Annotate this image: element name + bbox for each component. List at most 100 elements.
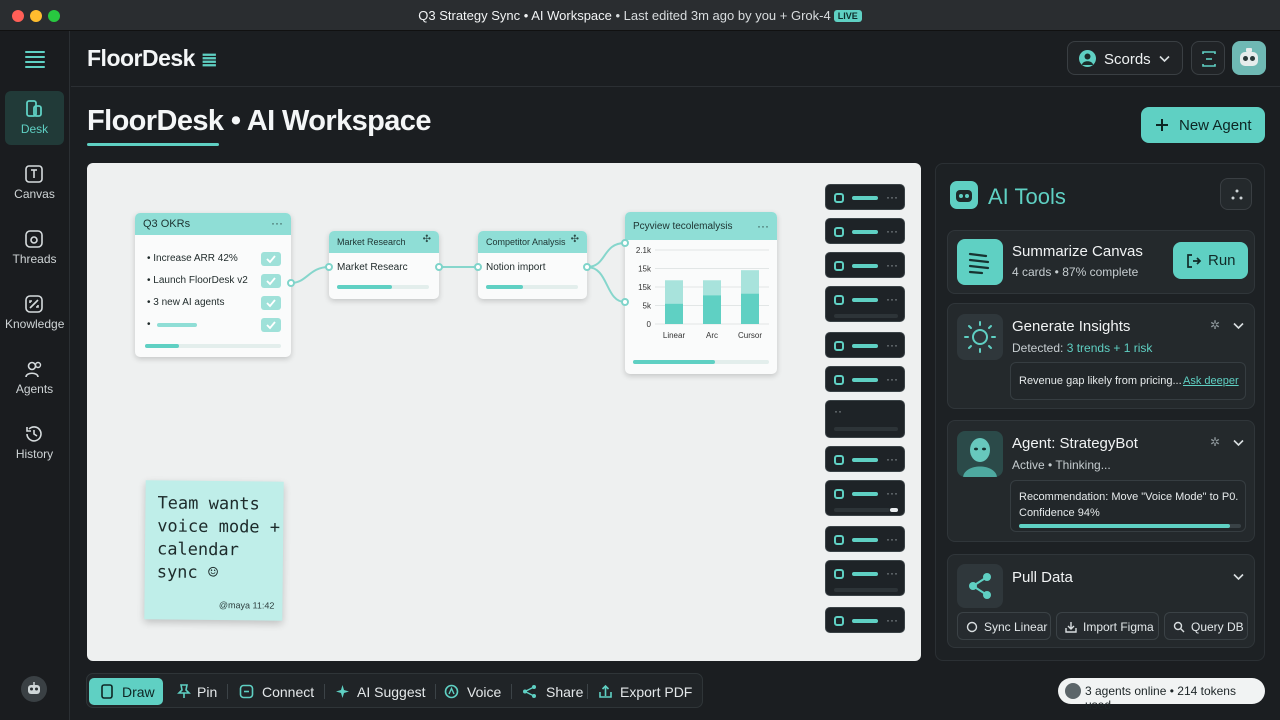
page-title: FloorDesk • AI Workspace [87, 105, 431, 137]
menu-icon[interactable] [24, 49, 46, 69]
canvas-tool[interactable]: ··· [825, 184, 905, 210]
connector-node[interactable] [621, 239, 629, 247]
insight-note-text: Revenue gap likely from pricing... [1019, 375, 1182, 387]
canvas-tool[interactable]: ··· [825, 366, 905, 392]
toolbar-divider [587, 684, 588, 699]
pin-tool-button[interactable]: Pin [169, 678, 221, 705]
okr-item: • [147, 319, 151, 330]
connector-node[interactable] [474, 263, 482, 271]
rail-item-agents[interactable]: Agents [5, 351, 64, 405]
okr-card[interactable]: Q3 OKRs ··· • Increase ARR 42% • Launch F… [135, 213, 291, 357]
canvas-tool-expanded[interactable]: ··· [825, 480, 905, 516]
window-title: Q3 Strategy Sync • AI Workspace • Last e… [0, 8, 1280, 23]
connector-node[interactable] [435, 263, 443, 271]
import-figma-button[interactable]: Import Figma [1056, 612, 1159, 640]
query-db-button[interactable]: Query DB [1164, 612, 1248, 640]
okr-item: • Increase ARR 42% [147, 253, 238, 264]
chart-card[interactable]: Pcyview tecolemalysis ··· 2.1k 15k 15k 5k 0 Li… [625, 212, 777, 374]
canvas-tool[interactable]: ··· [825, 526, 905, 552]
okr-item: • Launch FloorDesk v2 [147, 275, 248, 286]
export-pdf-button[interactable]: Export PDF [593, 678, 699, 705]
confidence-fill [1019, 524, 1230, 528]
recommendation-text: Recommendation: Move "Voice Mode" to P0.… [1019, 491, 1239, 519]
recommendation-box: Recommendation: Move "Voice Mode" to P0.… [1010, 480, 1246, 532]
canvas-icon [25, 165, 43, 183]
rail-item-label: Desk [20, 122, 49, 136]
panel-options-button[interactable] [1220, 178, 1252, 210]
okr-checkbox[interactable] [261, 318, 281, 332]
connector-node[interactable] [325, 263, 333, 271]
voice-tool-button[interactable]: Voice [441, 678, 507, 705]
connect-tool-button[interactable]: Connect [233, 678, 319, 705]
summarize-canvas-card[interactable]: Summarize Canvas 4 cards • 87% complete … [947, 230, 1255, 294]
draw-tool-button[interactable]: Draw [89, 678, 163, 705]
canvas-tool[interactable]: ··· [825, 607, 905, 633]
rail-item-knowledge[interactable]: Knowledge [5, 286, 64, 340]
canvas-tool-expanded[interactable]: ··· [825, 286, 905, 322]
brand-logo[interactable]: FloorDesk ≣ [87, 45, 218, 72]
chevron-down-icon[interactable] [1233, 439, 1244, 447]
rail-item-threads[interactable]: Threads [5, 221, 64, 275]
pull-data-card[interactable]: Pull Data Sync Linear Import Figma Query… [947, 554, 1255, 648]
whiteboard-canvas[interactable]: Q3 OKRs ··· • Increase ARR 42% • Launch F… [87, 163, 921, 661]
strategybot-card[interactable]: Agent: StrategyBot Active • Thinking... … [947, 420, 1255, 542]
capture-button[interactable] [1191, 41, 1225, 75]
desk-icon [26, 100, 42, 117]
sparkle-icon[interactable]: ✲ [1210, 435, 1220, 449]
y-tick-label: 0 [647, 320, 652, 329]
toolbar-divider [227, 684, 228, 699]
robot-icon [28, 682, 40, 694]
bot-avatar[interactable] [21, 676, 47, 702]
market-research-card[interactable]: Market Research ✣ Market Researc [329, 231, 439, 299]
progress-track [337, 285, 429, 289]
okr-item: • 3 new AI agents [147, 297, 225, 308]
ai-suggest-button[interactable]: AI Suggest [330, 678, 430, 705]
run-button[interactable]: Run [1173, 242, 1248, 279]
drag-icon[interactable]: ✣ [423, 234, 431, 245]
sync-icon [966, 621, 978, 633]
canvas-tool[interactable]: ··· [825, 252, 905, 278]
chevron-down-icon[interactable] [1233, 322, 1244, 330]
chevron-down-icon[interactable] [1233, 573, 1244, 581]
okr-checkbox[interactable] [261, 274, 281, 288]
left-rail: Desk Canvas Threads Knowledge Agents His… [0, 31, 70, 720]
connector-node[interactable] [583, 263, 591, 271]
sync-linear-button[interactable]: Sync Linear [957, 612, 1051, 640]
share-button[interactable]: Share [517, 678, 583, 705]
rail-item-desk[interactable]: Desk [5, 91, 64, 145]
card-header: Competitor Analysis ✣ [478, 231, 587, 253]
canvas-tool-panel[interactable]: ·· [825, 400, 905, 438]
card-title: Market Research [337, 237, 406, 247]
connector-node[interactable] [621, 298, 629, 306]
sparkle-icon[interactable]: ✲ [1210, 318, 1220, 332]
workspace-select[interactable]: Scords [1067, 41, 1183, 75]
ask-deeper-link[interactable]: Ask deeper [1183, 375, 1239, 387]
new-agent-button[interactable]: New Agent [1141, 107, 1265, 143]
window-titlebar: Q3 Strategy Sync • AI Workspace • Last e… [0, 0, 1280, 31]
user-avatar[interactable] [1232, 41, 1266, 75]
generate-insights-card[interactable]: Generate Insights Detected: 3 trends + 1… [947, 303, 1255, 409]
okr-checkbox[interactable] [261, 252, 281, 266]
status-text: 3 agents online • 214 tokens used [1085, 684, 1236, 712]
drag-icon[interactable]: ✣ [571, 234, 579, 245]
card-title: Q3 OKRs [143, 218, 191, 230]
more-icon[interactable]: ··· [271, 216, 283, 230]
rail-item-canvas[interactable]: Canvas [5, 156, 64, 210]
canvas-tool[interactable]: ··· [825, 218, 905, 244]
summarize-subtitle: 4 cards • 87% complete [1012, 265, 1139, 279]
agents-icon [25, 361, 42, 378]
canvas-tool-expanded[interactable]: ··· [825, 560, 905, 596]
x-tick-label: Linear [663, 331, 686, 340]
top-bar: FloorDesk ≣ Scords [71, 31, 1280, 87]
more-icon[interactable]: ··· [757, 219, 769, 233]
sticky-note[interactable]: Team wants voice mode + calendar sync ☺ … [144, 480, 284, 621]
rail-item-history[interactable]: History [5, 416, 64, 470]
canvas-tool[interactable]: ··· [825, 332, 905, 358]
competitor-analysis-card[interactable]: Competitor Analysis ✣ Notion import [478, 231, 587, 299]
card-title: Competitor Analysis [486, 237, 566, 247]
connector-node[interactable] [287, 279, 295, 287]
export-icon [599, 684, 612, 698]
okr-checkbox[interactable] [261, 296, 281, 310]
canvas-tool[interactable]: ··· [825, 446, 905, 472]
y-tick-label: 15k [638, 283, 652, 292]
